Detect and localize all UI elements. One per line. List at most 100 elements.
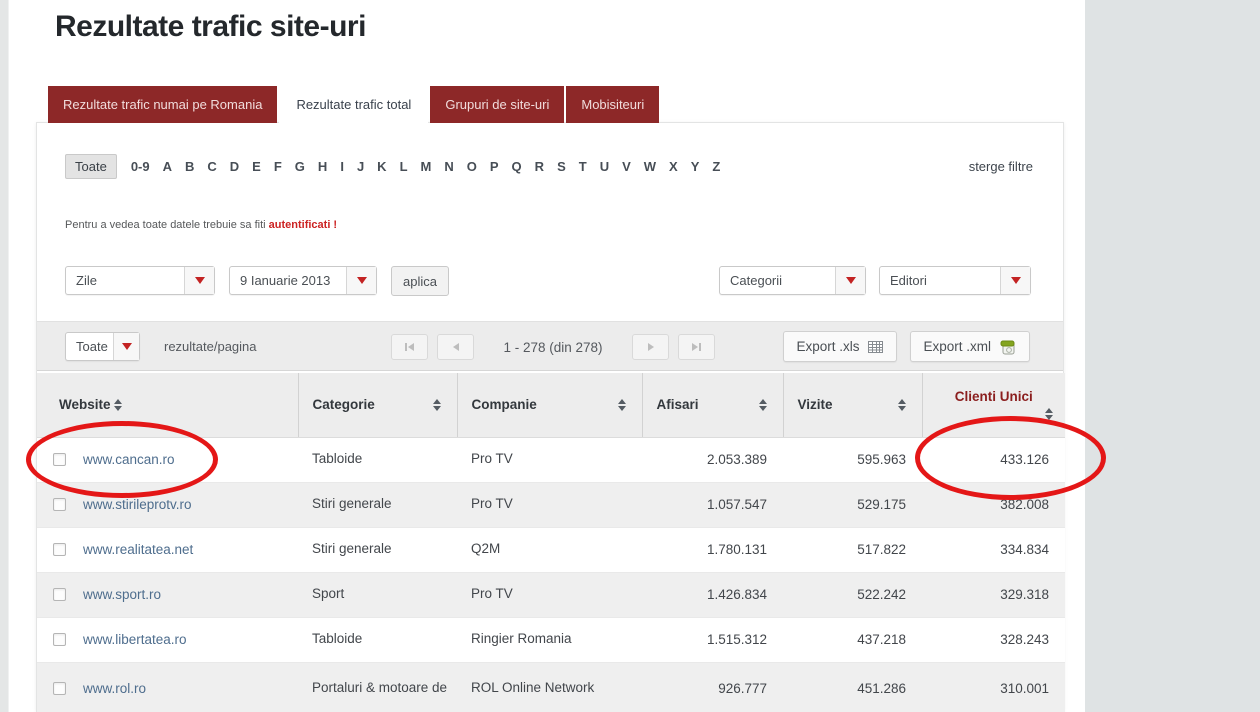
alpha-filter-letter[interactable]: F	[274, 159, 282, 174]
page-title: Rezultate trafic site-uri	[55, 10, 366, 44]
cell-clienti-unici: 382.008	[922, 482, 1065, 527]
results-range-label: 1 - 278 (din 278)	[483, 340, 623, 355]
alpha-filter-letter[interactable]: A	[163, 159, 172, 174]
alpha-filter-letter[interactable]: X	[669, 159, 678, 174]
website-link[interactable]: www.stirileprotv.ro	[83, 497, 192, 512]
alpha-filter-letter[interactable]: B	[185, 159, 194, 174]
next-page-icon	[648, 343, 654, 351]
table-header-row: Website Categorie Companie Afisari Vizit…	[37, 373, 1065, 437]
alpha-filter-letter[interactable]: J	[357, 159, 364, 174]
alpha-filter-letter[interactable]: I	[340, 159, 344, 174]
tab-trafic-total[interactable]: Rezultate trafic total	[279, 86, 428, 123]
alpha-filter-letter[interactable]: R	[535, 159, 544, 174]
per-page-dropdown-button[interactable]	[113, 333, 139, 360]
date-dropdown[interactable]: 9 Ianuarie 2013	[229, 266, 377, 295]
column-header-companie[interactable]: Companie	[457, 373, 642, 437]
sort-icon[interactable]	[1045, 408, 1053, 420]
row-checkbox[interactable]	[53, 588, 66, 601]
page: Rezultate trafic site-uri Rezultate traf…	[0, 0, 1260, 712]
cell-companie: Q2M	[457, 527, 642, 572]
alpha-filter-letter[interactable]: D	[230, 159, 239, 174]
cell-vizite: 451.286	[783, 662, 922, 712]
cell-afisari: 2.053.389	[642, 437, 783, 482]
row-checkbox[interactable]	[53, 453, 66, 466]
cell-categorie: Portaluri & motoare de	[298, 662, 457, 712]
column-header-vizite[interactable]: Vizite	[783, 373, 922, 437]
tab-trafic-romania[interactable]: Rezultate trafic numai pe Romania	[48, 86, 277, 123]
alpha-filter-letter[interactable]: Y	[691, 159, 700, 174]
column-label: Website	[59, 397, 111, 412]
alpha-filter-letter[interactable]: Q	[512, 159, 522, 174]
alpha-filter-letter[interactable]: K	[377, 159, 386, 174]
sort-icon[interactable]	[114, 399, 122, 411]
alpha-filter-letter[interactable]: N	[444, 159, 453, 174]
alpha-filter-letter[interactable]: L	[400, 159, 408, 174]
row-checkbox[interactable]	[53, 633, 66, 646]
period-dropdown[interactable]: Zile	[65, 266, 215, 295]
alpha-filter-all[interactable]: Toate	[65, 154, 117, 179]
triangle-right-icon	[692, 343, 698, 351]
per-page-label: rezultate/pagina	[164, 339, 257, 354]
editor-dropdown-button[interactable]	[1000, 267, 1030, 294]
cell-clienti-unici: 433.126	[922, 437, 1065, 482]
right-gutter	[1085, 0, 1260, 712]
column-header-website[interactable]: Website	[37, 373, 298, 437]
alpha-filter-letter[interactable]: V	[622, 159, 631, 174]
alpha-filter-letter[interactable]: S	[557, 159, 566, 174]
website-link[interactable]: www.cancan.ro	[83, 452, 175, 467]
column-header-clienti-unici[interactable]: Clienti Unici	[922, 373, 1065, 437]
per-page-dropdown[interactable]: Toate	[65, 332, 140, 361]
cell-categorie: Sport	[298, 572, 457, 617]
alpha-filter-letter[interactable]: U	[600, 159, 609, 174]
category-dropdown-button[interactable]	[835, 267, 865, 294]
alpha-filter-letter[interactable]: T	[579, 159, 587, 174]
cell-categorie: Stiri generale	[298, 482, 457, 527]
last-page-button[interactable]	[678, 334, 715, 360]
apply-button[interactable]: aplica	[391, 266, 449, 296]
alpha-filter-letter[interactable]: 0-9	[131, 159, 150, 174]
cell-categorie: Stiri generale	[298, 527, 457, 572]
table-row: www.libertatea.ro Tabloide Ringier Roman…	[37, 617, 1065, 662]
export-xls-button[interactable]: Export .xls	[783, 331, 897, 362]
tab-grupuri-site-uri[interactable]: Grupuri de site-uri	[430, 86, 564, 123]
editor-dropdown[interactable]: Editori	[879, 266, 1031, 295]
sort-icon[interactable]	[898, 399, 906, 411]
results-panel: Toate 0-9 A B C D E F G H I J K L M N O …	[36, 122, 1064, 712]
alpha-filter-letter[interactable]: M	[421, 159, 432, 174]
alpha-filter-letter[interactable]: O	[467, 159, 477, 174]
row-checkbox[interactable]	[53, 498, 66, 511]
export-buttons: Export .xls Export .xml	[783, 331, 1030, 362]
alpha-filter-letter[interactable]: Z	[712, 159, 720, 174]
website-link[interactable]: www.libertatea.ro	[83, 632, 187, 647]
date-dropdown-button[interactable]	[346, 267, 376, 294]
row-checkbox[interactable]	[53, 682, 66, 695]
export-xml-button[interactable]: Export .xml	[910, 331, 1030, 362]
sort-icon[interactable]	[618, 399, 626, 411]
alpha-filter-letter[interactable]: C	[207, 159, 216, 174]
period-dropdown-button[interactable]	[184, 267, 214, 294]
clear-filters-link[interactable]: sterge filtre	[969, 159, 1033, 174]
alpha-filter-letter[interactable]: E	[252, 159, 261, 174]
row-checkbox[interactable]	[53, 543, 66, 556]
alpha-filter-letter[interactable]: H	[318, 159, 327, 174]
website-link[interactable]: www.rol.ro	[83, 681, 146, 696]
next-page-button[interactable]	[632, 334, 669, 360]
column-header-categorie[interactable]: Categorie	[298, 373, 457, 437]
website-link[interactable]: www.sport.ro	[83, 587, 161, 602]
table-row: www.stirileprotv.ro Stiri generale Pro T…	[37, 482, 1065, 527]
tab-mobisiteuri[interactable]: Mobisiteuri	[566, 86, 659, 123]
website-link[interactable]: www.realitatea.net	[83, 542, 193, 557]
column-header-afisari[interactable]: Afisari	[642, 373, 783, 437]
prev-page-button[interactable]	[437, 334, 474, 360]
first-page-button[interactable]	[391, 334, 428, 360]
auth-login-link[interactable]: autentificati !	[269, 219, 337, 231]
sort-icon[interactable]	[433, 399, 441, 411]
alpha-filter-letter[interactable]: W	[644, 159, 656, 174]
cell-companie: Pro TV	[457, 572, 642, 617]
alpha-filter-letter[interactable]: P	[490, 159, 499, 174]
sort-icon[interactable]	[759, 399, 767, 411]
cell-categorie: Tabloide	[298, 437, 457, 482]
alpha-filter-letter[interactable]: G	[295, 159, 305, 174]
category-dropdown[interactable]: Categorii	[719, 266, 866, 295]
prev-page-icon	[453, 343, 459, 351]
